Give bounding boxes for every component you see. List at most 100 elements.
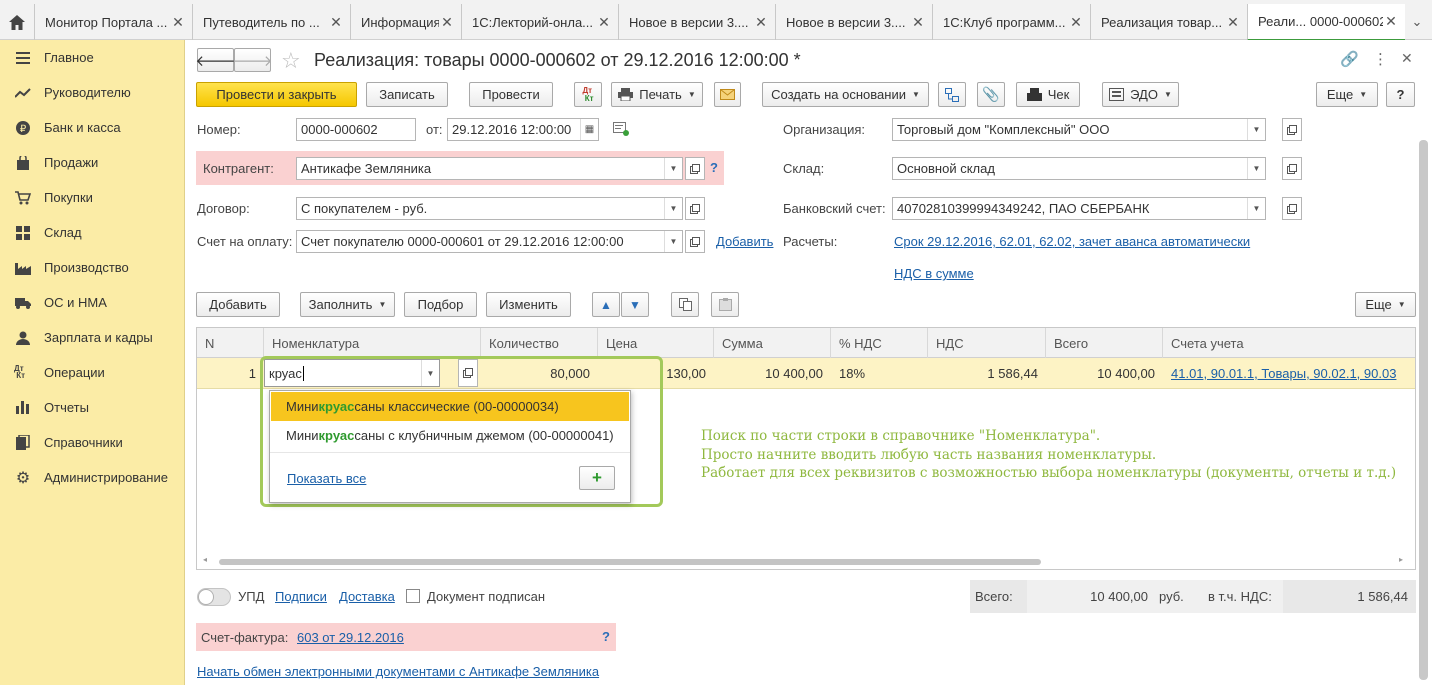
- sidebar-item-assets[interactable]: ОС и НМА: [0, 285, 185, 320]
- scroll-thumb[interactable]: [219, 559, 1041, 565]
- chevron-down-icon[interactable]: ▼: [664, 231, 682, 252]
- help-button[interactable]: ?: [1386, 82, 1415, 107]
- column-header-total[interactable]: Всего: [1046, 328, 1163, 358]
- counterparty-field[interactable]: Антикафе Земляника ▼: [296, 157, 683, 180]
- invoice-open-button[interactable]: [685, 230, 705, 253]
- dt-kt-button[interactable]: Дт Кт: [574, 82, 602, 107]
- invoice-help-icon[interactable]: ?: [602, 629, 610, 644]
- comment-icon[interactable]: [613, 122, 629, 139]
- tabs-dropdown-button[interactable]: ⌄: [1402, 4, 1432, 40]
- favorite-star-icon[interactable]: ☆: [281, 48, 301, 74]
- chevron-down-icon[interactable]: ▼: [664, 198, 682, 219]
- counterparty-open-button[interactable]: [685, 157, 705, 180]
- receipt-button[interactable]: Чек: [1016, 82, 1080, 107]
- fill-button[interactable]: Заполнить ▼: [300, 292, 395, 317]
- sidebar-item-manager[interactable]: Руководителю: [0, 75, 185, 110]
- post-button[interactable]: Провести: [469, 82, 553, 107]
- vat-rate-cell[interactable]: 18%: [831, 358, 928, 388]
- close-icon[interactable]: ✕: [753, 14, 769, 31]
- organization-open-button[interactable]: [1282, 118, 1302, 141]
- tab-info[interactable]: Информация ✕: [350, 4, 461, 40]
- chevron-down-icon[interactable]: ▼: [1247, 119, 1265, 140]
- forward-button[interactable]: 🡒: [232, 48, 273, 72]
- sidebar-item-admin[interactable]: ⚙ Администрирование: [0, 460, 185, 495]
- column-header-n[interactable]: N: [197, 328, 264, 358]
- close-icon[interactable]: ✕: [170, 14, 186, 31]
- home-button[interactable]: [0, 4, 34, 40]
- invoice-field[interactable]: Счет покупателю 0000-000601 от 29.12.201…: [296, 230, 683, 253]
- chevron-down-icon[interactable]: ▼: [664, 158, 682, 179]
- create-based-on-button[interactable]: Создать на основании ▼: [762, 82, 929, 107]
- column-header-accounts[interactable]: Счета учета: [1163, 328, 1415, 358]
- sidebar-item-directories[interactable]: Справочники: [0, 425, 185, 460]
- sidebar-item-salary[interactable]: Зарплата и кадры: [0, 320, 185, 355]
- sum-cell[interactable]: 10 400,00: [714, 358, 831, 388]
- create-new-item-button[interactable]: +: [579, 466, 615, 490]
- tab-new-version-2[interactable]: Новое в версии 3.... ✕: [775, 4, 932, 40]
- column-header-vat[interactable]: НДС: [928, 328, 1046, 358]
- change-button[interactable]: Изменить: [486, 292, 571, 317]
- invoice-doc-link[interactable]: 603 от 29.12.2016: [297, 630, 404, 645]
- column-header-price[interactable]: Цена: [598, 328, 714, 358]
- tab-lectorium[interactable]: 1С:Лекторий-онла... ✕: [461, 4, 618, 40]
- autocomplete-item[interactable]: Мини круас саны с клубничным джемом (00-00…: [271, 421, 629, 450]
- close-icon[interactable]: ✕: [596, 14, 612, 31]
- sidebar-item-production[interactable]: Производство: [0, 250, 185, 285]
- chevron-down-icon[interactable]: ▼: [1247, 198, 1265, 219]
- tab-club[interactable]: 1С:Клуб программ... ✕: [932, 4, 1090, 40]
- settlements-link[interactable]: Срок 29.12.2016, 62.01, 62.02, зачет ава…: [894, 234, 1250, 249]
- contract-field[interactable]: С покупателем - руб. ▼: [296, 197, 683, 220]
- close-icon[interactable]: ✕: [439, 14, 455, 31]
- start-edo-exchange-link[interactable]: Начать обмен электронными документами с …: [197, 664, 599, 679]
- column-header-sum[interactable]: Сумма: [714, 328, 831, 358]
- structure-button[interactable]: [938, 82, 966, 107]
- sidebar-item-main[interactable]: Главное: [0, 40, 185, 75]
- tab-sales-list[interactable]: Реализация товар... ✕: [1090, 4, 1247, 40]
- close-icon[interactable]: ✕: [328, 14, 344, 31]
- scroll-right-icon[interactable]: ▸: [1399, 555, 1403, 564]
- total-cell[interactable]: 10 400,00: [1046, 358, 1163, 388]
- scroll-thumb[interactable]: [1419, 140, 1428, 680]
- warehouse-field[interactable]: Основной склад ▼: [892, 157, 1266, 180]
- post-and-close-button[interactable]: Провести и закрыть: [196, 82, 357, 107]
- tab-portal-monitor[interactable]: Монитор Портала ... ✕: [34, 4, 192, 40]
- sidebar-item-bank[interactable]: ₽ Банк и касса: [0, 110, 185, 145]
- column-header-qty[interactable]: Количество: [481, 328, 598, 358]
- table-more-button[interactable]: Еще ▼: [1355, 292, 1416, 317]
- selection-button[interactable]: Подбор: [404, 292, 477, 317]
- signed-checkbox[interactable]: [406, 589, 420, 603]
- calendar-icon[interactable]: ▦: [580, 119, 598, 140]
- tab-guide[interactable]: Путеводитель по ... ✕: [192, 4, 350, 40]
- autocomplete-item[interactable]: Мини круас саны классические (00-00000034): [271, 392, 629, 421]
- vertical-scrollbar[interactable]: [1419, 140, 1428, 680]
- column-header-item[interactable]: Номенклатура: [264, 328, 481, 358]
- sidebar-item-purchases[interactable]: Покупки: [0, 180, 185, 215]
- column-header-vat-rate[interactable]: % НДС: [831, 328, 928, 358]
- print-button[interactable]: Печать ▼: [611, 82, 703, 107]
- tab-new-version-1[interactable]: Новое в версии 3.... ✕: [618, 4, 775, 40]
- sidebar-item-sales[interactable]: Продажи: [0, 145, 185, 180]
- show-all-link[interactable]: Показать все: [287, 471, 366, 486]
- number-field[interactable]: 0000-000602: [296, 118, 416, 141]
- sidebar-item-operations[interactable]: Дт Кт Операции: [0, 355, 185, 390]
- close-icon[interactable]: ✕: [1068, 14, 1084, 31]
- bank-account-open-button[interactable]: [1282, 197, 1302, 220]
- scroll-left-icon[interactable]: ◂: [203, 555, 207, 564]
- link-icon[interactable]: 🔗: [1340, 50, 1359, 68]
- delivery-link[interactable]: Доставка: [339, 589, 395, 604]
- add-invoice-link[interactable]: Добавить: [716, 234, 773, 249]
- sidebar-item-warehouse[interactable]: Склад: [0, 215, 185, 250]
- save-button[interactable]: Записать: [366, 82, 448, 107]
- vat-cell[interactable]: 1 586,44: [928, 358, 1046, 388]
- email-button[interactable]: [714, 82, 741, 107]
- move-up-button[interactable]: ▲: [592, 292, 620, 317]
- close-form-icon[interactable]: ✕: [1401, 50, 1413, 67]
- horizontal-scrollbar[interactable]: ◂ ▸: [203, 555, 1409, 566]
- copy-rows-button[interactable]: [671, 292, 699, 317]
- organization-field[interactable]: Торговый дом "Комплексный" ООО ▼: [892, 118, 1266, 141]
- counterparty-help-icon[interactable]: ?: [710, 160, 718, 175]
- more-button[interactable]: Еще ▼: [1316, 82, 1378, 107]
- warehouse-open-button[interactable]: [1282, 157, 1302, 180]
- vat-link[interactable]: НДС в сумме: [894, 266, 974, 281]
- chevron-down-icon[interactable]: ▼: [1247, 158, 1265, 179]
